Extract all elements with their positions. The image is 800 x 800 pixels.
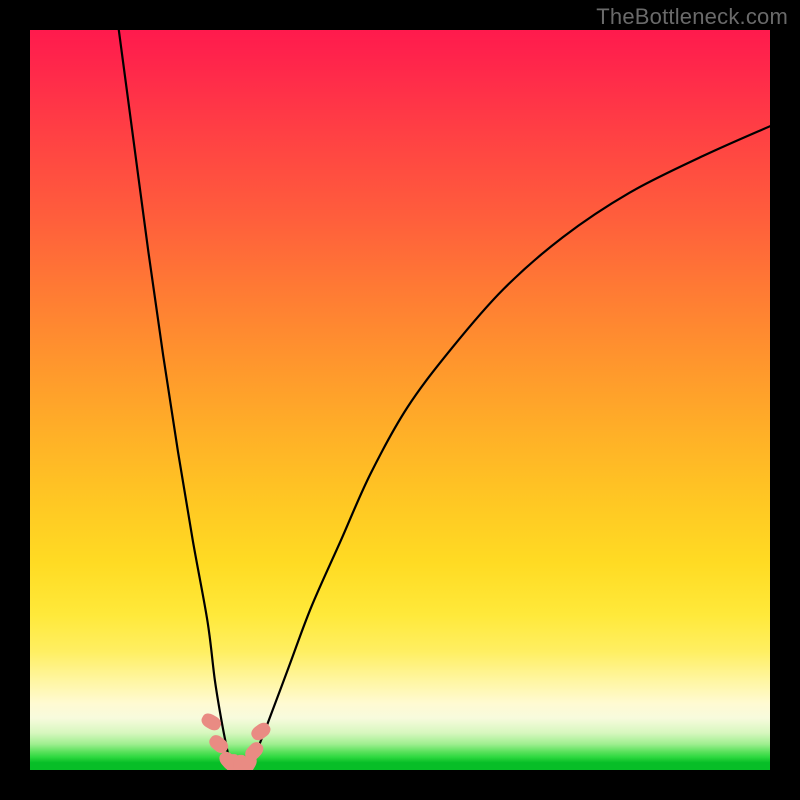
curves-layer [30,30,770,770]
chart-outer-frame: TheBottleneck.com [0,0,800,800]
watermark-text: TheBottleneck.com [596,4,788,30]
right-branch-curve [252,126,770,762]
cluster-marker [249,720,273,743]
left-branch-curve [119,30,230,763]
plot-area [30,30,770,770]
